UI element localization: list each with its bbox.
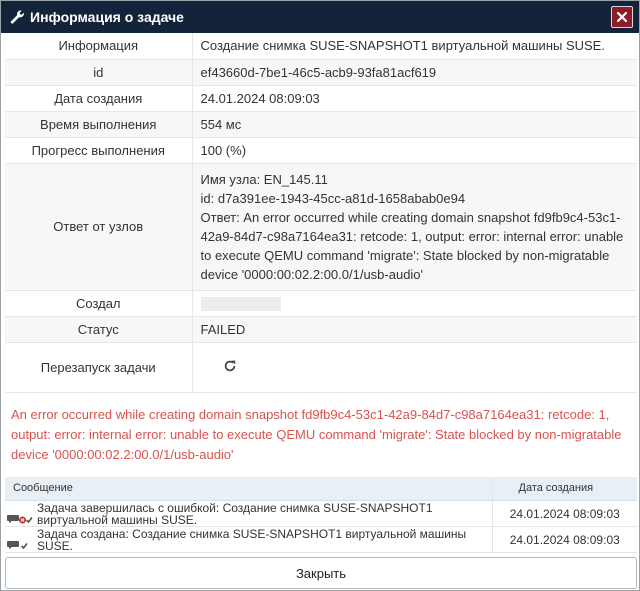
info-row-progress: Прогресс выполнения 100 (%) xyxy=(5,137,637,164)
restart-value xyxy=(192,342,637,393)
info-value: Создание снимка SUSE-SNAPSHOT1 виртуальн… xyxy=(192,33,637,60)
status-value: FAILED xyxy=(192,316,637,343)
message-text: Задача завершилась с ошибкой: Создание с… xyxy=(37,500,433,527)
creator-value xyxy=(192,290,637,317)
message-date: 24.01.2024 08:09:03 xyxy=(491,526,637,553)
table-row: Задача завершилась с ошибкой: Создание с… xyxy=(5,500,637,527)
comment-error-icon xyxy=(7,513,33,525)
message-column-header[interactable]: Сообщение xyxy=(5,476,492,501)
info-row-duration: Время выполнения 554 мс xyxy=(5,111,637,138)
restart-label: Перезапуск задачи xyxy=(5,342,193,393)
progress-label: Прогресс выполнения xyxy=(5,137,193,164)
info-row-information: Информация Создание снимка SUSE-SNAPSHOT… xyxy=(5,33,637,60)
close-button[interactable]: Закрыть xyxy=(5,557,637,589)
wrench-icon xyxy=(9,9,25,25)
redacted-creator xyxy=(200,296,281,311)
message-date: 24.01.2024 08:09:03 xyxy=(491,500,637,527)
date-column-header[interactable]: Дата создания xyxy=(491,476,637,501)
info-row-id: id ef43660d-7be1-46c5-acb9-93fa81acf619 xyxy=(5,59,637,86)
node-answer: Ответ: An error occurred while creating … xyxy=(200,209,624,282)
node-response-label: Ответ от узлов xyxy=(5,163,193,291)
close-icon xyxy=(617,12,627,22)
node-response-value: Имя узла: EN_145.11 id: d7a391ee-1943-45… xyxy=(192,163,637,291)
duration-label: Время выполнения xyxy=(5,111,193,138)
message-cell: Задача создана: Создание снимка SUSE-SNA… xyxy=(5,526,492,553)
close-dialog-button[interactable] xyxy=(611,6,633,28)
message-text: Задача создана: Создание снимка SUSE-SNA… xyxy=(37,526,467,553)
node-name: Имя узла: EN_145.11 xyxy=(200,171,328,187)
dialog-title: Информация о задаче xyxy=(30,9,184,25)
info-row-status: Статус FAILED xyxy=(5,316,637,343)
dialog-titlebar: Информация о задаче xyxy=(1,1,639,33)
id-label: id xyxy=(5,59,193,86)
duration-value: 554 мс xyxy=(192,111,637,138)
node-id: id: d7a391ee-1943-45cc-a81d-1658abab0e94 xyxy=(200,190,466,206)
table-row: Задача создана: Создание снимка SUSE-SNA… xyxy=(5,526,637,553)
refresh-icon[interactable] xyxy=(223,359,237,373)
dialog-footer: Закрыть xyxy=(1,553,639,591)
error-message: An error occurred while creating domain … xyxy=(11,406,622,462)
message-cell: Задача завершилась с ошибкой: Создание с… xyxy=(5,500,492,527)
status-label: Статус xyxy=(5,316,193,343)
messages-table: Сообщение Дата создания Задача завершила… xyxy=(5,476,637,553)
task-info-dialog: Информация о задаче Информация Создание … xyxy=(0,0,640,591)
info-row-creator: Создал xyxy=(5,290,637,317)
task-info-table: Информация Создание снимка SUSE-SNAPSHOT… xyxy=(5,33,637,393)
created-label: Дата создания xyxy=(5,85,193,112)
info-row-node-response: Ответ от узлов Имя узла: EN_145.11 id: d… xyxy=(5,163,637,291)
info-label: Информация xyxy=(5,33,193,60)
messages-header-row: Сообщение Дата создания xyxy=(5,476,637,501)
comment-check-icon xyxy=(7,539,33,551)
created-value: 24.01.2024 08:09:03 xyxy=(192,85,637,112)
info-row-restart: Перезапуск задачи xyxy=(5,342,637,393)
id-value: ef43660d-7be1-46c5-acb9-93fa81acf619 xyxy=(192,59,637,86)
progress-value: 100 (%) xyxy=(192,137,637,164)
info-row-created: Дата создания 24.01.2024 08:09:03 xyxy=(5,85,637,112)
creator-label: Создал xyxy=(5,290,193,317)
